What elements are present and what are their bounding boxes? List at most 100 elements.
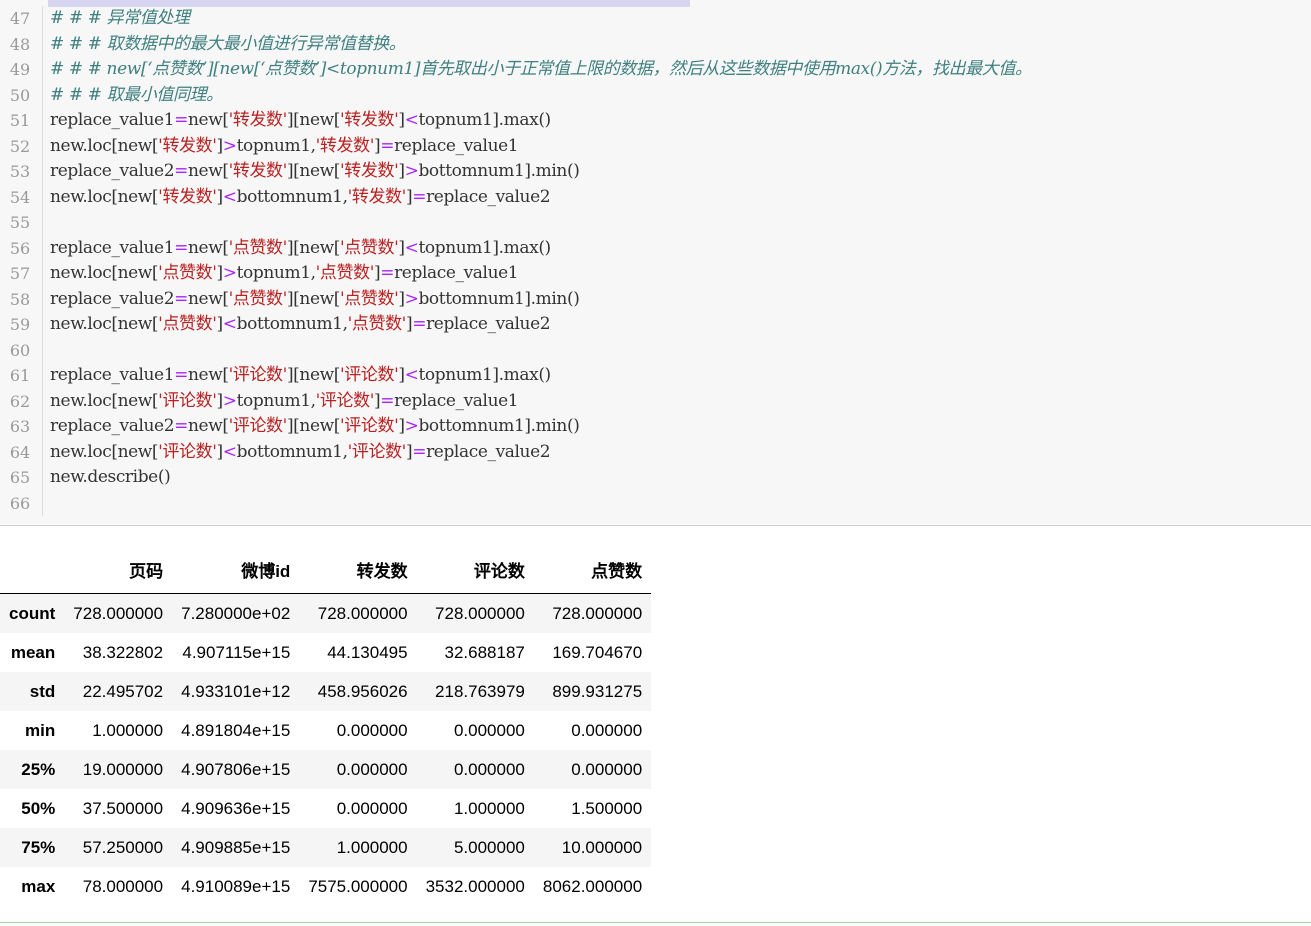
- code-token-plain: replace_value1: [394, 135, 519, 156]
- code-text: # # # 异常值处理: [50, 6, 190, 32]
- gutter-divider: [42, 184, 43, 210]
- code-text: new.loc[new['转发数']<bottomnum1,'转发数']=rep…: [50, 185, 551, 211]
- code-line[interactable]: 66: [0, 490, 1311, 516]
- code-token-string: '评论数': [228, 365, 288, 385]
- code-token-plain: new.describe(): [50, 467, 171, 487]
- table-cell: 4.909885e+15: [181, 837, 291, 857]
- table-cell: 728.000000: [73, 603, 164, 623]
- code-token-plain: replace_value2: [426, 314, 551, 334]
- code-token-plain: new.loc[new[: [50, 186, 159, 207]
- code-line[interactable]: 61 replace_value1=new['评论数'][new['评论数']<t…: [0, 363, 1311, 389]
- code-token-string: '点赞数': [228, 288, 288, 309]
- table-row: min 1.000000 4.891804e+15 0.000000 0.000000 0…: [0, 711, 651, 750]
- index-header: [0, 545, 65, 594]
- code-line[interactable]: 56 replace_value1=new['点赞数'][new['点赞数']<t…: [0, 235, 1311, 262]
- code-token-plain: topnum1].max(): [418, 110, 551, 130]
- table-row: max 78.000000 4.910089e+15 7575.000000 3532.…: [0, 867, 651, 906]
- gutter-divider: [42, 210, 43, 236]
- gutter-divider: [42, 439, 43, 465]
- code-line[interactable]: 63 replace_value2=new['评论数'][new['评论数']>b…: [0, 414, 1311, 440]
- code-text: new.loc[new['点赞数']<bottomnum1,'点赞数']=rep…: [50, 312, 551, 338]
- code-line[interactable]: 50 # # # 取最小值同理。: [0, 82, 1311, 109]
- gutter-divider: [42, 57, 43, 83]
- code-token-string: '点赞数': [315, 263, 375, 283]
- table-cell: 728.000000: [552, 603, 643, 623]
- code-text: new.loc[new['评论数']<bottomnum1,'评论数']=rep…: [50, 440, 551, 466]
- code-token-plain: replace_value2: [50, 161, 175, 181]
- code-text: replace_value2=new['评论数'][new['评论数']>bot…: [50, 414, 580, 440]
- gutter-divider: [42, 133, 43, 159]
- table-cell: 0.000000: [571, 720, 643, 740]
- table-cell: 0.000000: [336, 798, 408, 818]
- code-token-plain: new.loc[new[: [50, 135, 159, 156]
- code-line[interactable]: 51 replace_value1=new['转发数'][new['转发数']<t…: [0, 108, 1311, 134]
- code-line[interactable]: 47 # # # 异常值处理: [0, 6, 1311, 32]
- code-token-plain: ][new[: [286, 365, 340, 385]
- code-token-plain: bottomnum1,: [236, 314, 348, 334]
- gutter-divider: [42, 159, 43, 185]
- line-number: 57: [9, 264, 31, 283]
- code-token-op: >: [404, 288, 419, 309]
- line-number: 51: [9, 111, 31, 130]
- code-line[interactable]: 57 new.loc[new['点赞数']>topnum1,'点赞数']=repl…: [0, 261, 1311, 287]
- code-line[interactable]: 49 # # # new[‘点赞数’][new[‘点赞数’]<topnum1]首先…: [0, 57, 1311, 83]
- code-token-op: =: [412, 314, 427, 334]
- table-cell: 3532.000000: [425, 876, 525, 896]
- table-cell: 0.000000: [336, 720, 408, 740]
- code-token-op: >: [404, 161, 419, 181]
- line-number: 55: [9, 213, 31, 232]
- code-token-op: =: [174, 161, 188, 181]
- line-number: 52: [9, 136, 31, 156]
- code-line[interactable]: 64 new.loc[new['评论数']<bottomnum1,'评论数']=r…: [0, 439, 1311, 466]
- code-line[interactable]: 53 replace_value2=new['转发数'][new['转发数']>b…: [0, 159, 1311, 185]
- table-row: count 728.000000 7.280000e+02 728.000000 728…: [0, 593, 652, 633]
- table-cell: 218.763979: [435, 681, 525, 701]
- cell-divider: [0, 922, 1311, 923]
- table-cell: 44.130495: [327, 642, 408, 662]
- code-line[interactable]: 52 new.loc[new['转发数']>topnum1,'转发数']=repl…: [0, 133, 1311, 160]
- code-line[interactable]: 55: [0, 210, 1311, 236]
- describe-output-table: 页码 微博id 转发数 评论数 点赞数 count 728.000000 7.280000e…: [0, 545, 652, 906]
- column-header: 微博id: [172, 545, 300, 594]
- code-token-string: '转发数': [158, 135, 217, 156]
- line-number: 61: [9, 366, 31, 385]
- line-number: 64: [9, 442, 31, 462]
- code-token-op: =: [412, 441, 427, 462]
- table-cell: 5.000000: [453, 837, 525, 857]
- gutter-divider: [42, 490, 43, 516]
- gutter-divider: [42, 82, 43, 108]
- table-cell: 4.909636e+15: [181, 798, 291, 818]
- column-header: 转发数: [299, 545, 417, 594]
- code-token-plain: new[: [187, 237, 229, 258]
- code-cell[interactable]: 47 # # # 异常值处理 48 # # # 取数据中的最大最小值进行异常值替换。 4…: [0, 0, 1311, 526]
- code-token-op: =: [380, 263, 395, 283]
- code-line[interactable]: 59 new.loc[new['点赞数']<bottomnum1,'点赞数']=r…: [0, 312, 1311, 338]
- row-label: mean: [10, 642, 56, 662]
- code-line[interactable]: 54 new.loc[new['转发数']<bottomnum1,'转发数']=r…: [0, 184, 1311, 211]
- table-row: std 22.495702 4.933101e+12 458.956026 218.76…: [0, 672, 652, 711]
- code-token-string: '转发数': [228, 161, 288, 181]
- code-line[interactable]: 58 replace_value2=new['点赞数'][new['点赞数']>b…: [0, 286, 1311, 313]
- code-line[interactable]: 60: [0, 337, 1311, 363]
- code-text: replace_value2=new['点赞数'][new['点赞数']>bot…: [50, 287, 580, 313]
- code-token-plain: new[: [187, 416, 229, 436]
- code-token-plain: replace_value2: [426, 441, 551, 462]
- code-token-plain: bottomnum1].min(): [418, 416, 580, 436]
- table-row: mean 38.322802 4.907115e+15 44.130495 32.688…: [0, 633, 651, 672]
- code-token-comment: # # # 取最小值同理。: [50, 84, 223, 105]
- table-cell: 1.000000: [336, 837, 408, 857]
- row-label: 25%: [21, 759, 56, 779]
- table-cell: 728.000000: [317, 603, 408, 623]
- code-token-string: '点赞数': [340, 237, 399, 258]
- line-number: 58: [9, 289, 31, 309]
- code-line[interactable]: 65 new.describe(): [0, 465, 1311, 491]
- code-line[interactable]: 62 new.loc[new['评论数']>topnum1,'评论数']=repl…: [0, 388, 1311, 414]
- row-label: min: [25, 720, 56, 740]
- code-text: replace_value1=new['点赞数'][new['点赞数']<top…: [50, 236, 551, 262]
- gutter-divider: [42, 6, 43, 32]
- code-line[interactable]: 48 # # # 取数据中的最大最小值进行异常值替换。: [0, 31, 1311, 57]
- code-text: # # # 取最小值同理。: [50, 83, 223, 109]
- code-text: new.loc[new['转发数']>topnum1,'转发数']=replac…: [50, 134, 519, 160]
- code-token-plain: ][new[: [286, 237, 340, 258]
- code-token-plain: topnum1].max(): [418, 365, 551, 385]
